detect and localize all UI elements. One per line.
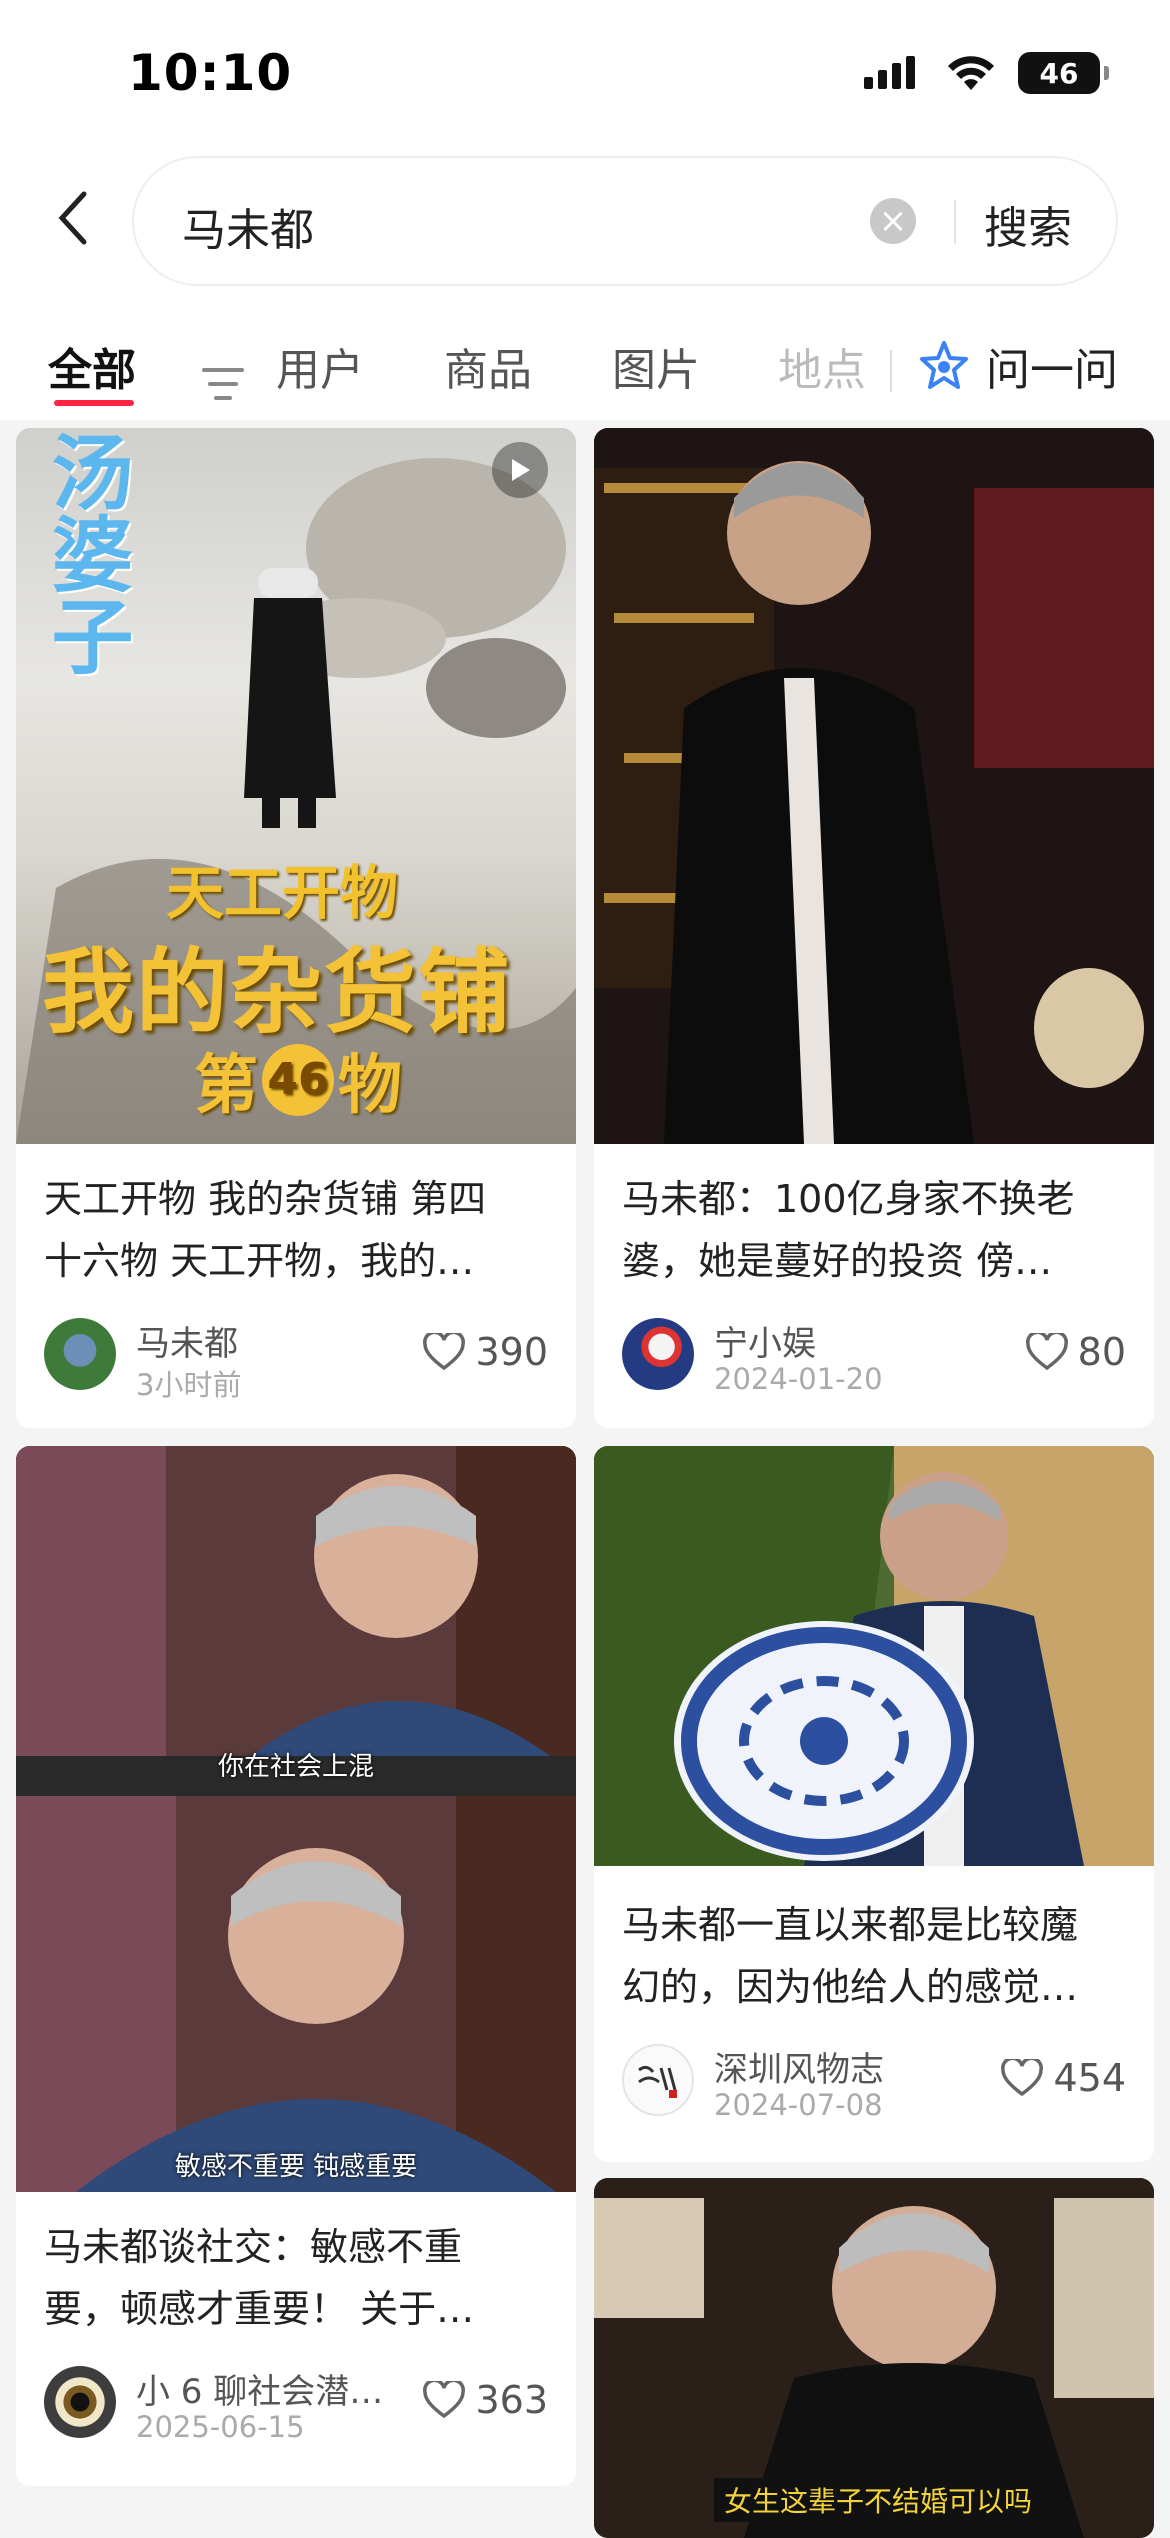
battery-indicator: 46 (1018, 52, 1109, 94)
note-title-line: 婆，她是蔓好的投资 傍… (622, 1239, 1053, 1283)
heart-icon (423, 1333, 466, 1371)
wifi-icon (948, 56, 994, 90)
like-button[interactable]: 390 (423, 1330, 548, 1374)
like-count: 390 (475, 1330, 548, 1374)
note-thumbnail: 汤婆子 天工开物 我的杂货铺 第 46 物 (16, 428, 576, 1144)
note-thumbnail: 女生这辈子不结婚可以吗 (594, 2178, 1154, 2538)
star-icon (920, 341, 968, 389)
video-badge (492, 442, 548, 498)
note-meta: 宁小娱 2024-01-20 80 (622, 1318, 1126, 1398)
note-card[interactable]: 女生这辈子不结婚可以吗 (594, 2178, 1154, 2538)
divider (954, 200, 956, 244)
note-card[interactable]: 马未都一直以来都是比较魔 幻的，因为他给人的感觉… 深圳风物志 2024-07-… (594, 1446, 1154, 2162)
signal-icon (864, 56, 915, 89)
author-name[interactable]: 深圳风物志 (714, 2042, 1014, 2091)
video-caption: 女生这辈子不结婚可以吗 (714, 2478, 1043, 2522)
note-title: 马未都：100亿身家不换老 婆，她是蔓好的投资 傍… (622, 1168, 1132, 1292)
video-caption: 你在社会上混 (217, 1752, 374, 1782)
back-button[interactable] (44, 188, 104, 248)
search-field[interactable]: 马未都 × 搜索 (132, 156, 1118, 286)
author-name[interactable]: 宁小娱 (714, 1316, 1014, 1365)
overlay-title-vertical: 汤婆子 (37, 430, 132, 676)
tab-places[interactable]: 地点 (778, 334, 866, 398)
post-date: 2024-07-08 (714, 2088, 883, 2122)
play-icon (512, 459, 530, 481)
note-thumbnail: 你在社会上混 敏感不重要 钝感重要 (16, 1446, 576, 2192)
post-date: 2024-01-20 (714, 1362, 883, 1396)
overlay-episode: 第 46 物 (194, 1034, 402, 1126)
post-date: 2025-06-15 (136, 2410, 305, 2444)
tab-divider (890, 350, 892, 392)
note-title: 天工开物 我的杂货铺 第四 十六物 天工开物，我的… (44, 1168, 554, 1292)
note-title-line: 马未都谈社交：敏感不重 (44, 2225, 463, 2269)
avatar[interactable] (44, 1318, 116, 1390)
search-input[interactable]: 马未都 (182, 194, 314, 258)
status-bar: 10:10 46 (0, 0, 1170, 150)
note-title-line: 十六物 天工开物，我的… (44, 1239, 475, 1283)
avatar[interactable] (622, 2044, 694, 2116)
note-title-line: 天工开物 我的杂货铺 第四 (44, 1177, 487, 1221)
active-tab-indicator (54, 400, 134, 406)
author-name[interactable]: 小 6 聊社会潜… (136, 2364, 406, 2413)
note-title-line: 幻的，因为他给人的感觉… (622, 1965, 1079, 2009)
like-count: 454 (1053, 2056, 1126, 2100)
ask-label: 问一问 (986, 345, 1118, 396)
avatar[interactable] (44, 2366, 116, 2438)
note-thumbnail (594, 428, 1154, 1144)
like-button[interactable]: 80 (1025, 1330, 1126, 1374)
thumbnail-scene (594, 428, 1154, 1144)
post-date: 3小时前 (136, 1368, 242, 1402)
tab-users[interactable]: 用户 (276, 334, 364, 398)
episode-suffix: 物 (338, 1049, 402, 1123)
ask-button[interactable]: 问一问 (918, 334, 1118, 398)
note-title: 马未都谈社交：敏感不重 要，顿感才重要！ 关于… (44, 2216, 554, 2340)
heart-icon (423, 2381, 466, 2419)
search-button[interactable]: 搜索 (984, 192, 1072, 256)
status-time: 10:10 (128, 44, 293, 102)
note-title-line: 要，顿感才重要！ 关于… (44, 2287, 475, 2331)
note-title-line: 马未都一直以来都是比较魔 (622, 1903, 1079, 1947)
note-card[interactable]: 马未都：100亿身家不换老 婆，她是蔓好的投资 傍… 宁小娱 2024-01-2… (594, 428, 1154, 1428)
tab-products[interactable]: 商品 (444, 334, 532, 398)
note-card[interactable]: 你在社会上混 敏感不重要 钝感重要 马未都谈社交：敏感不重 要，顿感才重要！ 关… (16, 1446, 576, 2486)
like-count: 80 (1077, 1330, 1126, 1374)
filter-icon[interactable] (202, 366, 246, 402)
note-title: 马未都一直以来都是比较魔 幻的，因为他给人的感觉… (622, 1894, 1132, 2018)
note-card[interactable]: 汤婆子 天工开物 我的杂货铺 第 46 物 天工开物 我的杂货铺 第四 十六物 … (16, 428, 576, 1428)
tab-label: 全部 (48, 345, 136, 396)
heart-icon (1001, 2059, 1044, 2097)
like-count: 363 (475, 2378, 548, 2422)
note-meta: 小 6 聊社会潜… 2025-06-15 363 (44, 2366, 548, 2446)
overlay-headline: 我的杂货铺 (42, 939, 513, 1046)
thumbnail-scene (594, 1446, 1154, 1866)
note-meta: 深圳风物志 2024-07-08 454 (622, 2044, 1126, 2124)
search-bar: 马未都 × 搜索 (0, 150, 1170, 320)
episode-prefix: 第 (194, 1049, 258, 1123)
note-meta: 马未都 3小时前 390 (44, 1316, 548, 1402)
tab-all[interactable]: 全部 (48, 334, 244, 406)
note-thumbnail (594, 1446, 1154, 1866)
note-title-line: 马未都：100亿身家不换老 (622, 1177, 1075, 1221)
like-button[interactable]: 454 (1001, 2056, 1126, 2100)
brand-logo-icon (638, 2065, 677, 2098)
video-caption: 敏感不重要 钝感重要 (174, 2152, 418, 2182)
tab-bar: 全部 用户 商品 图片 地点 问一问 (0, 320, 1170, 420)
like-button[interactable]: 363 (423, 2378, 548, 2422)
thumbnail-scene (16, 1446, 576, 2192)
author-name[interactable]: 马未都 (136, 1316, 436, 1365)
avatar[interactable] (622, 1318, 694, 1390)
status-icons: 46 (864, 52, 1109, 94)
episode-number: 46 (262, 1044, 334, 1116)
heart-icon (1025, 1333, 1068, 1371)
tab-images[interactable]: 图片 (612, 334, 700, 398)
chevron-left-icon (58, 191, 87, 245)
clear-icon[interactable]: × (870, 198, 916, 244)
